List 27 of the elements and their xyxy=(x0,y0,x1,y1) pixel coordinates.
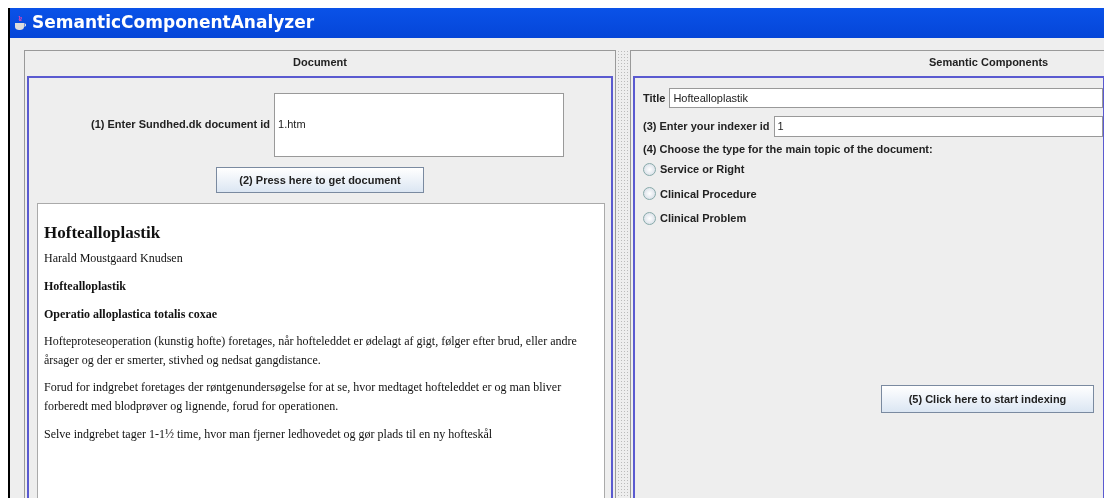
radio-label[interactable]: Clinical Procedure xyxy=(660,185,757,202)
coffee-cup-icon xyxy=(14,15,26,31)
get-document-button[interactable]: (2) Press here to get document xyxy=(216,166,424,193)
panel-header: Document xyxy=(292,55,348,70)
window-title: SemanticComponentAnalyzer xyxy=(32,11,315,35)
document-paragraph: Forud for indgrebet foretages der røntgenundersøgelse for at se, hvor medtaget hofteleddet er og man bliver forberedt med blodprøver og lignende, forud for operationen. xyxy=(44,379,563,415)
radio-button[interactable] xyxy=(643,211,656,225)
start-indexing-button[interactable]: (5) Click here to start indexing xyxy=(881,384,1094,413)
indexer-id-field[interactable]: 1 xyxy=(773,116,1103,137)
indexer-id-label: (3) Enter your indexer id xyxy=(643,119,770,134)
panel-header: Semantic Components xyxy=(928,55,1050,70)
document-paragraph: Selve indgrebet tager 1-1½ time, hvor man fjerner ledhovedet og gør plads til en ny hofteskål xyxy=(44,425,494,443)
title-field[interactable]: Hoftealloplastik xyxy=(669,87,1103,108)
title-label: Title xyxy=(643,90,666,106)
document-id-field[interactable]: 1.htm xyxy=(274,92,565,157)
splitter-handle[interactable] xyxy=(617,50,629,498)
radio-label[interactable]: Service or Right xyxy=(660,161,745,178)
document-heading: Hoftealloplastik xyxy=(44,222,162,244)
type-prompt: (4) Choose the type for the main topic of the document: xyxy=(643,141,934,157)
radio-button[interactable] xyxy=(643,162,656,176)
document-subheading: Hoftealloplastik xyxy=(44,277,127,295)
document-id-label: (1) Enter Sundhed.dk document id xyxy=(91,117,271,133)
document-paragraph: Harald Moustgaard Knudsen xyxy=(44,250,184,268)
document-paragraph: Hofteproteseoperation (kunstig hofte) foretages, når hofteleddet er ødelagt af gigt, følger efter brud, eller andre årsager og der er smerter, stivhed og nedsat gangdistance. xyxy=(44,333,578,369)
radio-label[interactable]: Clinical Problem xyxy=(660,210,747,227)
document-subheading: Operatio alloplastica totalis coxae xyxy=(44,305,218,323)
radio-button[interactable] xyxy=(643,187,656,201)
